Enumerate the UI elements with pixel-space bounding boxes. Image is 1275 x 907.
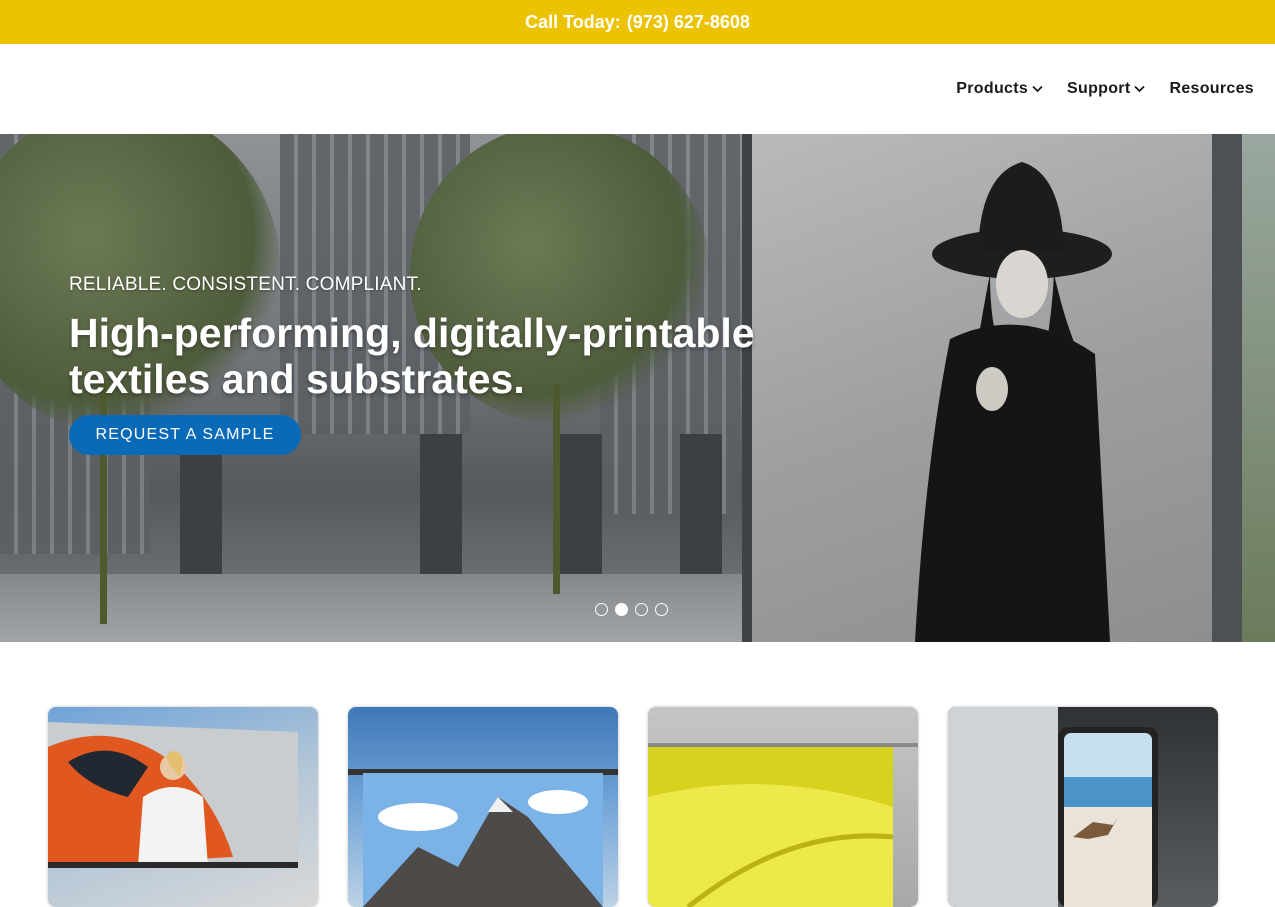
woman-in-hat-image — [915, 162, 1112, 642]
carousel-dot-2[interactable] — [615, 603, 628, 616]
nav-item-resources[interactable]: Resources — [1169, 80, 1254, 98]
site-header: Products Support Resources — [0, 44, 1275, 134]
call-label: Call Today: — [525, 11, 621, 32]
product-card-banner[interactable] — [348, 707, 618, 907]
banner-mountains-image — [348, 769, 618, 907]
backlit-frame-running-dog-image — [948, 707, 1158, 907]
nav-item-support[interactable]: Support — [1067, 80, 1146, 98]
product-card-billboard[interactable] — [48, 707, 318, 907]
hero-headline-line1: High-performing, digitally-printable — [69, 310, 755, 356]
chevron-down-icon — [1134, 80, 1146, 98]
carousel-dot-3[interactable] — [635, 603, 648, 616]
carousel-dot-1[interactable] — [595, 603, 608, 616]
product-card-backlit[interactable] — [948, 707, 1218, 907]
product-cards — [48, 707, 1218, 907]
hero-text: RELIABLE. CONSISTENT. COMPLIANT. High-pe… — [69, 274, 769, 402]
carousel-dot-4[interactable] — [655, 603, 668, 616]
hero-eyebrow: RELIABLE. CONSISTENT. COMPLIANT. — [69, 274, 422, 295]
billboard-woman-car-image — [48, 722, 298, 868]
hero-headline: High-performing, digitally-printable tex… — [69, 310, 769, 402]
nav-item-label: Resources — [1169, 80, 1254, 97]
banner-yellow-flower-image — [648, 743, 918, 907]
product-card-mesh[interactable] — [648, 707, 918, 907]
hero-headline-line2: textiles and substrates. — [69, 356, 525, 402]
call-bar: Call Today: (973) 627-8608 — [0, 0, 1275, 44]
main-nav: Products Support Resources — [932, 80, 1254, 98]
nav-item-label: Support — [1067, 80, 1131, 97]
nav-item-label: Products — [956, 80, 1029, 97]
nav-item-products[interactable]: Products — [956, 80, 1043, 98]
phone-link[interactable]: (973) 627-8608 — [627, 12, 750, 33]
request-sample-button[interactable]: REQUEST A SAMPLE — [69, 415, 301, 455]
hero-carousel: RELIABLE. CONSISTENT. COMPLIANT. High-pe… — [0, 134, 1275, 642]
chevron-down-icon — [1032, 80, 1043, 98]
carousel-dots — [595, 603, 675, 616]
